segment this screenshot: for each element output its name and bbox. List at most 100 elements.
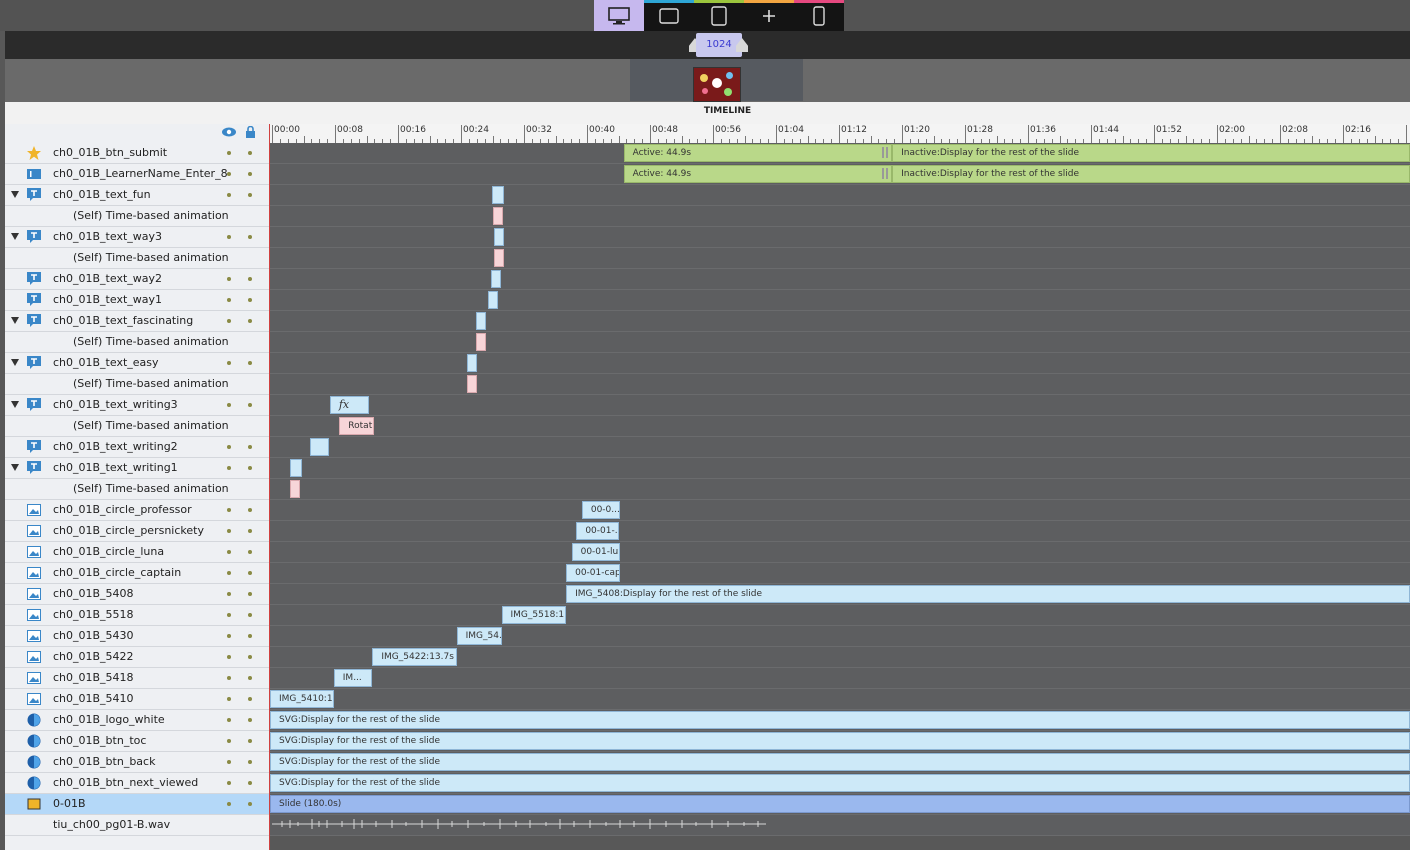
object-block[interactable]: SVG:Display for the rest of the slide xyxy=(270,753,1410,771)
object-block[interactable]: 00-0... xyxy=(581,501,620,519)
device-tablet-portrait-button[interactable] xyxy=(694,0,744,31)
visibility-toggle[interactable] xyxy=(227,718,231,722)
layer-item[interactable]: (Self) Time-based animation xyxy=(5,206,269,227)
object-block[interactable]: IM... xyxy=(333,669,373,687)
layer-item[interactable]: ch0_01B_btn_next_viewed xyxy=(5,773,269,794)
device-tablet-landscape-button[interactable] xyxy=(644,0,694,31)
breakpoint-value[interactable]: 1024 xyxy=(696,33,742,57)
animation-block[interactable] xyxy=(466,375,477,393)
layer-row[interactable]: ch0_01B_text_way3 xyxy=(5,227,1410,248)
interaction-block[interactable]: Inactive:Display for the rest of the sli… xyxy=(892,144,1410,162)
layer-row[interactable]: ch0_01B_text_fun xyxy=(5,185,1410,206)
expand-arrow-icon[interactable] xyxy=(11,317,19,324)
layer-item[interactable]: ch0_01B_5410 xyxy=(5,689,269,710)
layer-item[interactable]: ch0_01B_btn_back xyxy=(5,752,269,773)
timeline-track[interactable] xyxy=(270,227,1410,248)
layer-item[interactable]: ch0_01B_5430 xyxy=(5,626,269,647)
object-block[interactable]: 00-01-... xyxy=(576,522,619,540)
slide-block[interactable]: Slide (180.0s) xyxy=(270,795,1410,813)
object-block[interactable]: IMG_54... xyxy=(456,627,502,645)
visibility-toggle[interactable] xyxy=(227,613,231,617)
timeline-track[interactable] xyxy=(270,437,1410,458)
layer-item[interactable]: ch0_01B_btn_toc xyxy=(5,731,269,752)
object-block[interactable]: SVG:Display for the rest of the slide xyxy=(270,711,1410,729)
animation-block[interactable] xyxy=(289,480,300,498)
timeline-track[interactable] xyxy=(270,290,1410,311)
timeline-track[interactable] xyxy=(270,248,1410,269)
layer-item[interactable]: (Self) Time-based animation xyxy=(5,416,269,437)
layer-item[interactable]: ch0_01B_circle_professor xyxy=(5,500,269,521)
visibility-toggle[interactable] xyxy=(227,277,231,281)
timeline-track[interactable]: fx xyxy=(270,395,1410,416)
lock-toggle[interactable] xyxy=(248,592,252,596)
lock-toggle[interactable] xyxy=(248,613,252,617)
visibility-toggle[interactable] xyxy=(227,151,231,155)
expand-arrow-icon[interactable] xyxy=(11,464,19,471)
timeline-track[interactable] xyxy=(270,206,1410,227)
interaction-block[interactable]: Active: 44.9s xyxy=(623,144,893,162)
visibility-toggle[interactable] xyxy=(227,508,231,512)
layer-row[interactable]: ch0_01B_btn_submit Active: 44.9s Inactive:… xyxy=(5,143,1410,164)
layer-item[interactable]: ch0_01B_text_fun xyxy=(5,185,269,206)
visibility-toggle[interactable] xyxy=(227,172,231,176)
object-block[interactable]: IMG_5408:Display for the rest of the sli… xyxy=(566,585,1410,603)
object-block[interactable] xyxy=(310,438,330,456)
visibility-toggle[interactable] xyxy=(227,529,231,533)
visibility-toggle[interactable] xyxy=(227,466,231,470)
object-block[interactable]: IMG_5422:13.7s xyxy=(372,648,457,666)
timeline-track[interactable] xyxy=(270,311,1410,332)
timeline-track[interactable] xyxy=(270,458,1410,479)
lock-toggle[interactable] xyxy=(248,403,252,407)
layer-row[interactable]: ch0_01B_text_writing2 xyxy=(5,437,1410,458)
interaction-block[interactable]: Active: 44.9s xyxy=(623,165,893,183)
lock-toggle[interactable] xyxy=(248,781,252,785)
timeline-track[interactable]: SVG:Display for the rest of the slide xyxy=(270,731,1410,752)
layer-row[interactable]: ch0_01B_5408 IMG_5408:Display for the res… xyxy=(5,584,1410,605)
layer-row[interactable]: ch0_01B_circle_persnickety 00-01-... xyxy=(5,521,1410,542)
object-block[interactable]: 00-01-cap... xyxy=(566,564,621,582)
layer-item[interactable]: ch0_01B_circle_persnickety xyxy=(5,521,269,542)
object-block[interactable] xyxy=(492,186,504,204)
timeline-track[interactable]: 00-0... xyxy=(270,500,1410,521)
timeline-track[interactable]: IMG_5518:1... xyxy=(270,605,1410,626)
layer-item[interactable]: 0-01B xyxy=(5,794,269,815)
animation-row[interactable]: (Self) Time-based animation xyxy=(5,374,1410,395)
visibility-toggle[interactable] xyxy=(227,697,231,701)
pause-marker[interactable] xyxy=(886,147,889,158)
visibility-toggle[interactable] xyxy=(227,361,231,365)
timeline-track[interactable]: 00-01-lu... xyxy=(270,542,1410,563)
layer-row[interactable]: ch0_01B_circle_captain 00-01-cap... xyxy=(5,563,1410,584)
layer-row[interactable]: ch0_01B_5518 IMG_5518:1... xyxy=(5,605,1410,626)
visibility-toggle[interactable] xyxy=(227,550,231,554)
device-add-button[interactable] xyxy=(744,0,794,31)
visibility-toggle[interactable] xyxy=(227,592,231,596)
visibility-toggle[interactable] xyxy=(227,781,231,785)
layer-item[interactable]: (Self) Time-based animation xyxy=(5,374,269,395)
lock-toggle[interactable] xyxy=(248,508,252,512)
visibility-toggle[interactable] xyxy=(227,802,231,806)
layer-row[interactable]: ch0_01B_btn_next_viewed SVG:Display for t… xyxy=(5,773,1410,794)
layer-item[interactable]: ch0_01B_circle_luna xyxy=(5,542,269,563)
object-block[interactable]: IMG_5518:1... xyxy=(501,606,567,624)
timeline-track[interactable]: SVG:Display for the rest of the slide xyxy=(270,752,1410,773)
lock-toggle[interactable] xyxy=(248,760,252,764)
pause-marker[interactable] xyxy=(882,168,885,179)
device-phone-button[interactable] xyxy=(794,0,844,31)
layer-item[interactable]: tiu_ch00_pg01-B.wav xyxy=(5,815,269,836)
layer-item[interactable]: ch0_01B_text_way2 xyxy=(5,269,269,290)
layer-row[interactable]: ch0_01B_logo_white SVG:Display for the re… xyxy=(5,710,1410,731)
lock-toggle[interactable] xyxy=(248,193,252,197)
lock-toggle[interactable] xyxy=(248,655,252,659)
visibility-toggle[interactable] xyxy=(227,760,231,764)
time-ruler[interactable]: 00:00 00:08 00:16 00:24 00:32 00:40 00:48 00:56… xyxy=(270,124,1410,144)
layer-row[interactable]: ch0_01B_text_way2 xyxy=(5,269,1410,290)
object-block[interactable]: SVG:Display for the rest of the slide xyxy=(270,774,1410,792)
timeline-track[interactable]: 00-01-cap... xyxy=(270,563,1410,584)
animation-row[interactable]: (Self) Time-based animation xyxy=(5,206,1410,227)
lock-toggle[interactable] xyxy=(248,172,252,176)
layer-row[interactable]: ch0_01B_text_easy xyxy=(5,353,1410,374)
layer-row[interactable]: ch0_01B_text_writing3 fx xyxy=(5,395,1410,416)
layer-item[interactable]: (Self) Time-based animation xyxy=(5,332,269,353)
visibility-toggle[interactable] xyxy=(227,676,231,680)
timeline-track[interactable]: IMG_54... xyxy=(270,626,1410,647)
